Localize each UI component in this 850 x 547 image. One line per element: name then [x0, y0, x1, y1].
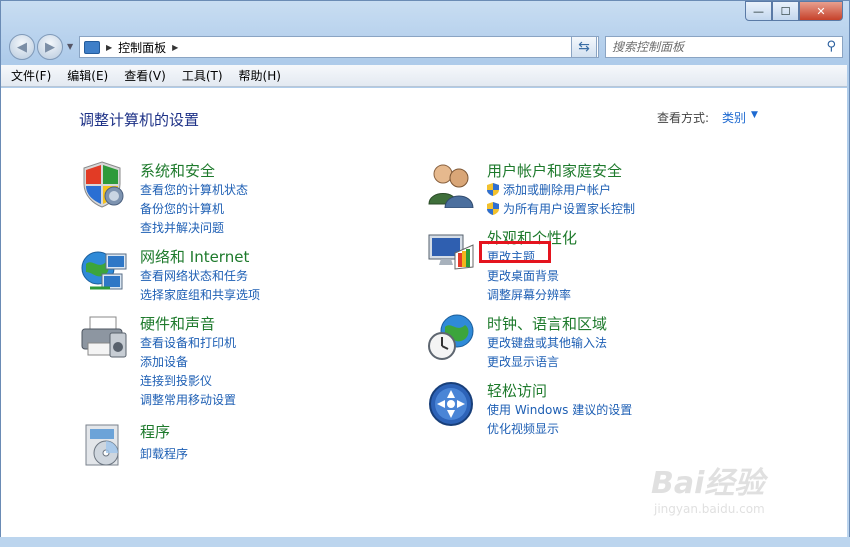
link-change-display-language[interactable]: 更改显示语言: [487, 353, 559, 370]
breadcrumb-separator-icon[interactable]: ▶: [172, 43, 178, 52]
maximize-button[interactable]: ☐: [772, 1, 799, 21]
content-area: 调整计算机的设置 查看方式: 类别 ▼ 系统和安全 查看您的计算机状态 备份您的…: [1, 88, 847, 537]
view-by-label: 查看方式:: [657, 111, 710, 125]
close-button[interactable]: ✕: [799, 1, 843, 21]
control-panel-icon: [84, 40, 100, 54]
caption-buttons: — ☐ ✕: [745, 1, 843, 21]
link-screen-resolution[interactable]: 调整屏幕分辨率: [487, 286, 571, 303]
link-change-keyboard[interactable]: 更改键盘或其他输入法: [487, 334, 607, 351]
recent-pages-dropdown-icon[interactable]: ▼: [67, 42, 73, 51]
link-homegroup-sharing[interactable]: 选择家庭组和共享选项: [140, 286, 260, 303]
back-arrow-icon: ◀: [17, 39, 27, 55]
search-icon[interactable]: ⚲: [826, 39, 836, 54]
address-bar[interactable]: ▶ 控制面板 ▶ ▼: [79, 36, 599, 58]
link-uninstall-program[interactable]: 卸载程序: [140, 445, 188, 462]
link-change-desktop-background[interactable]: 更改桌面背景: [487, 267, 559, 284]
highlight-box: [479, 241, 551, 263]
forward-arrow-icon: ▶: [45, 39, 55, 55]
programs-box-icon: [85, 424, 119, 466]
link-devices-printers[interactable]: 查看设备和打印机: [140, 334, 236, 351]
watermark-brand: Bai经验: [651, 466, 765, 501]
forward-button[interactable]: ▶: [37, 34, 63, 60]
refresh-icon: ⇆: [578, 39, 590, 55]
link-add-device[interactable]: 添加设备: [140, 353, 188, 370]
search-input[interactable]: [612, 40, 812, 54]
minimize-button[interactable]: —: [745, 1, 772, 21]
link-troubleshoot[interactable]: 查找并解决问题: [140, 219, 224, 236]
link-optimize-display[interactable]: 优化视频显示: [487, 420, 559, 437]
watermark-url: jingyan.baidu.com: [654, 502, 765, 516]
link-recommended-settings[interactable]: 使用 Windows 建议的设置: [487, 401, 632, 418]
back-button[interactable]: ◀: [9, 34, 35, 60]
ease-of-access-icon: [429, 382, 473, 426]
view-by-dropdown[interactable]: 类别: [722, 109, 746, 126]
view-by-dropdown-icon[interactable]: ▼: [751, 110, 758, 120]
security-shield-icon: [83, 161, 124, 208]
link-parental-controls[interactable]: 为所有用户设置家长控制: [487, 200, 635, 217]
link-view-network-status[interactable]: 查看网络状态和任务: [140, 267, 248, 284]
link-connect-projector[interactable]: 连接到投影仪: [140, 372, 212, 389]
uac-shield-icon: [487, 202, 499, 215]
clock-globe-icon: [428, 314, 474, 360]
breadcrumb-separator-icon[interactable]: ▶: [106, 43, 112, 52]
menu-view[interactable]: 查看(V): [124, 67, 166, 84]
link-add-remove-accounts[interactable]: 添加或删除用户帐户: [487, 181, 611, 198]
category-title-user-accounts[interactable]: 用户帐户和家庭安全: [487, 160, 622, 181]
category-title-programs[interactable]: 程序: [140, 421, 170, 442]
menu-edit[interactable]: 编辑(E): [67, 67, 108, 84]
menu-tools[interactable]: 工具(T): [182, 67, 223, 84]
category-title-ease-of-access[interactable]: 轻松访问: [487, 380, 547, 401]
search-box[interactable]: ⚲: [605, 36, 843, 58]
printer-icon: [81, 316, 127, 358]
menu-file[interactable]: 文件(F): [11, 67, 51, 84]
network-globe-icon: [81, 251, 127, 290]
menu-help[interactable]: 帮助(H): [239, 67, 281, 84]
display-palette-icon: [428, 234, 474, 270]
link-backup-computer[interactable]: 备份您的计算机: [140, 200, 224, 217]
link-mobility-settings[interactable]: 调整常用移动设置: [140, 391, 236, 408]
menu-bar: 文件(F) 编辑(E) 查看(V) 工具(T) 帮助(H): [1, 65, 847, 87]
category-title-network-internet[interactable]: 网络和 Internet: [140, 246, 249, 267]
category-title-hardware-sound[interactable]: 硬件和声音: [140, 313, 215, 334]
window-bottom-border: [0, 537, 850, 547]
baidu-watermark: Bai经验 jingyan.baidu.com: [651, 458, 850, 528]
breadcrumb-control-panel[interactable]: 控制面板: [118, 39, 166, 56]
category-title-clock-language-region[interactable]: 时钟、语言和区域: [487, 313, 607, 334]
refresh-button[interactable]: ⇆: [571, 36, 597, 58]
page-title: 调整计算机的设置: [79, 111, 200, 129]
link-parental-controls-label: 为所有用户设置家长控制: [503, 202, 636, 216]
uac-shield-icon: [487, 183, 499, 196]
category-title-system-security[interactable]: 系统和安全: [140, 160, 215, 181]
address-bar-row: ◀ ▶ ▼ ▶ 控制面板 ▶ ▼ ⇆ ⚲: [9, 33, 843, 61]
link-check-computer-status[interactable]: 查看您的计算机状态: [140, 181, 248, 198]
link-add-remove-accounts-label: 添加或删除用户帐户: [503, 183, 612, 197]
users-icon: [428, 164, 474, 208]
